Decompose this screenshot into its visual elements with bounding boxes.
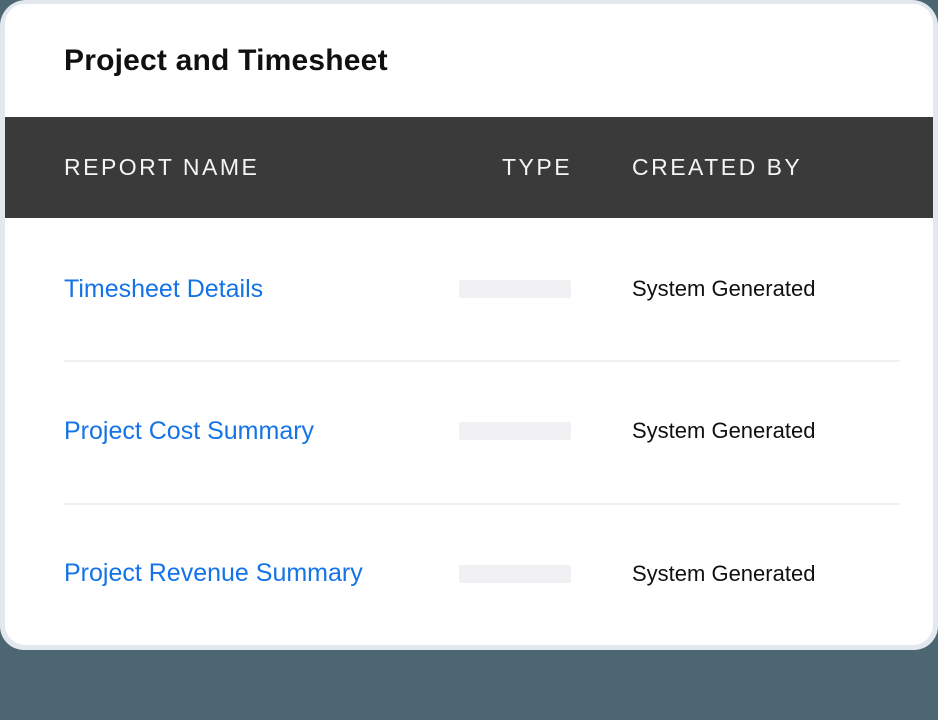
reports-card: Project and Timesheet REPORT NAME TYPE C… [5, 4, 933, 645]
page-title: Project and Timesheet [64, 44, 388, 78]
table-row: Timesheet Details System Generated [5, 218, 933, 360]
card-title-section: Project and Timesheet [5, 4, 933, 117]
type-placeholder-bar [459, 565, 571, 583]
created-by-value: System Generated [632, 276, 893, 302]
report-link-project-revenue-summary[interactable]: Project Revenue Summary [64, 559, 363, 588]
type-placeholder-bar [459, 422, 571, 440]
viewport-background: Project and Timesheet REPORT NAME TYPE C… [0, 0, 938, 720]
report-link-timesheet-details[interactable]: Timesheet Details [64, 275, 263, 304]
card-frame: Project and Timesheet REPORT NAME TYPE C… [0, 0, 938, 650]
created-by-value: System Generated [632, 418, 893, 444]
table-row: Project Cost Summary System Generated [5, 360, 933, 502]
created-by-value: System Generated [632, 561, 893, 587]
table-body: Timesheet Details System Generated Proje… [5, 218, 933, 645]
column-header-report-name: REPORT NAME [64, 154, 459, 181]
report-link-project-cost-summary[interactable]: Project Cost Summary [64, 417, 314, 446]
table-row: Project Revenue Summary System Generated [5, 503, 933, 645]
column-header-created-by: CREATED BY [632, 154, 893, 181]
type-placeholder-bar [459, 280, 571, 298]
column-header-type: TYPE [459, 154, 632, 181]
table-header-row: REPORT NAME TYPE CREATED BY [5, 117, 933, 218]
